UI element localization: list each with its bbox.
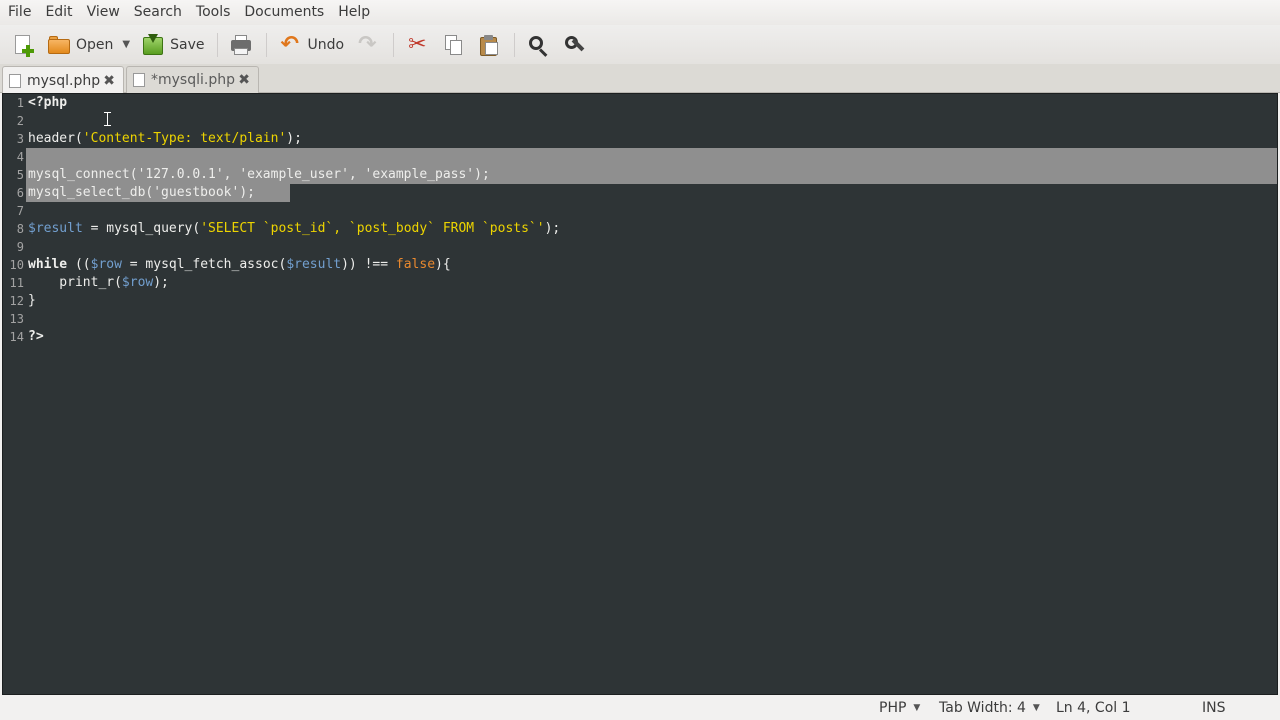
search-icon [526,33,550,57]
chevron-down-icon: ▼ [913,703,921,713]
search-replace-icon [562,33,586,57]
line-number: 5 [16,168,24,182]
redo-button[interactable]: ↷ [351,29,385,61]
line-number: 9 [16,240,24,254]
paste-button[interactable] [472,29,506,61]
find-replace-button[interactable] [557,29,591,61]
php-file-icon [9,73,21,88]
code-line: mysql_connect('127.0.0.1', 'example_user… [28,167,490,182]
toolbar: Open ▼ Save ↶ Undo ↷ ✂ [0,25,1280,64]
menu-documents[interactable]: Documents [237,0,331,25]
open-recent-dropdown[interactable]: ▼ [122,39,130,50]
menu-file[interactable]: File [1,0,38,25]
find-button[interactable] [521,29,555,61]
copy-icon [441,33,465,57]
redo-arrow-icon: ↷ [358,31,377,57]
open-button[interactable]: Open [42,29,118,61]
tab-mysqli-php[interactable]: *mysqli.php ✖ [126,66,259,93]
print-icon [229,33,253,57]
code-line: header('Content-Type: text/plain'); [28,131,302,146]
menu-edit[interactable]: Edit [38,0,79,25]
line-number: 14 [9,330,24,344]
selection-highlight [26,148,1277,166]
status-bar: PHP ▼ Tab Width: 4 ▼ Ln 4, Col 1 INS [0,697,1280,720]
php-file-icon [133,73,145,87]
line-number: 10 [9,258,24,272]
menu-search[interactable]: Search [127,0,189,25]
cut-icon: ✂ [408,31,427,57]
tab-mysql-php[interactable]: mysql.php ✖ [2,66,124,94]
line-number-gutter: 1 2 3 4 5 6 7 8 9 10 11 12 13 14 [3,94,26,694]
menu-help[interactable]: Help [331,0,377,25]
toolbar-separator [266,32,268,57]
insert-mode: INS [1202,700,1226,716]
language-selector[interactable]: PHP ▼ [879,697,920,720]
save-icon [141,33,165,57]
mouse-ibeam-cursor [104,112,111,126]
line-number: 7 [16,204,24,218]
code-editor[interactable]: 1 2 3 4 5 6 7 8 9 10 11 12 13 14 <?php h… [2,93,1278,695]
undo-label: Undo [307,36,345,53]
code-line: ?> [28,329,44,344]
menu-tools[interactable]: Tools [189,0,238,25]
undo-arrow-icon: ↶ [280,31,299,57]
code-line: $result = mysql_query('SELECT `post_id`,… [28,221,561,236]
new-button[interactable] [6,29,40,61]
undo-button[interactable]: ↶ Undo [273,29,349,61]
code-line: mysql_select_db('guestbook'); [28,185,255,200]
code-line: print_r($row); [28,275,169,290]
line-number: 4 [16,150,24,164]
line-number: 3 [16,132,24,146]
line-number: 13 [9,312,24,326]
chevron-down-icon: ▼ [1032,703,1040,713]
line-number: 11 [9,276,24,290]
print-button[interactable] [224,29,258,61]
new-document-icon [11,33,35,57]
open-label: Open [76,36,114,53]
save-label: Save [170,36,205,53]
tab-label: mysql.php [27,72,101,89]
tab-width-selector[interactable]: Tab Width: 4 ▼ [939,697,1040,720]
toolbar-separator [217,32,219,57]
line-number: 6 [16,186,24,200]
toolbar-separator [393,32,395,57]
menu-bar: File Edit View Search Tools Documents He… [0,0,1280,25]
menu-view[interactable]: View [80,0,127,25]
code-line: <?php [28,95,68,110]
line-number: 2 [16,114,24,128]
cut-button[interactable]: ✂ [400,29,434,61]
line-number: 1 [16,96,24,110]
close-icon[interactable]: ✖ [238,72,250,88]
toolbar-separator [514,32,516,57]
open-folder-icon [47,33,71,57]
close-icon[interactable]: ✖ [103,73,115,89]
save-button[interactable]: Save [136,29,209,61]
document-tabs: mysql.php ✖ *mysqli.php ✖ [0,64,1280,94]
code-line: } [28,293,36,308]
code-line: while (($row = mysql_fetch_assoc($result… [28,257,451,272]
cursor-position: Ln 4, Col 1 [1056,700,1131,716]
line-number: 12 [9,294,24,308]
paste-icon [477,33,501,57]
line-number: 8 [16,222,24,236]
tab-label: *mysqli.php [151,72,235,88]
copy-button[interactable] [436,29,470,61]
